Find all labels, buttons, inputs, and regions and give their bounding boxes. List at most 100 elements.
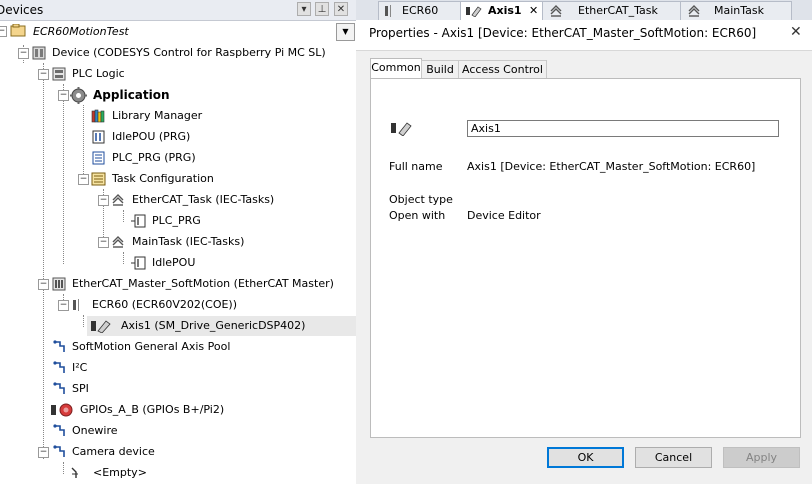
tree-node-label: GPIOs_A_B (GPIOs B+/Pi2) xyxy=(80,403,225,416)
tree-node-label: EtherCAT_Task (IEC-Tasks) xyxy=(132,193,275,206)
collapse-toggle[interactable]: − xyxy=(98,195,109,206)
properties-title-bar: Properties - Axis1 [Device: EtherCAT_Mas… xyxy=(356,20,812,51)
tree-node-label: Library Manager xyxy=(112,109,203,122)
tree-line xyxy=(83,315,84,327)
tree-node-empty[interactable]: <Empty> xyxy=(0,463,356,483)
collapse-toggle[interactable]: − xyxy=(98,237,109,248)
program-call-icon xyxy=(131,256,146,270)
object-type-label: Object type xyxy=(389,193,453,206)
tab-maintask[interactable]: MainTask xyxy=(680,1,792,20)
tree-node-spi[interactable]: SPI xyxy=(0,379,356,399)
axis-icon xyxy=(91,320,111,333)
chevron-down-icon[interactable]: ▼ xyxy=(336,23,355,41)
empty-slot-icon xyxy=(71,467,78,478)
collapse-toggle[interactable]: − xyxy=(58,300,69,311)
tab-ethercat-task[interactable]: EtherCAT_Task xyxy=(542,1,682,20)
tree-node-label: PLC_PRG xyxy=(152,214,201,227)
tree-node-ethercat-task[interactable]: − EtherCAT_Task (IEC-Tasks) xyxy=(0,190,356,210)
close-icon[interactable]: ✕ xyxy=(334,2,348,16)
collapse-toggle[interactable]: − xyxy=(0,26,7,37)
apply-button: Apply xyxy=(723,447,800,468)
gpio-icon xyxy=(51,403,73,417)
tree-node-plc-prg[interactable]: PLC_PRG (PRG) xyxy=(0,148,356,168)
books-icon xyxy=(91,109,105,123)
object-name-input[interactable] xyxy=(467,120,779,137)
tree-node-ethercat-master[interactable]: − EtherCAT_Master_SoftMotion (EtherCAT M… xyxy=(0,274,356,294)
tree-node-library-manager[interactable]: Library Manager xyxy=(0,106,356,126)
tree-node-label: PLC_PRG (PRG) xyxy=(112,151,196,164)
tree-node-label: Onewire xyxy=(72,424,118,437)
tree-node-label: PLC Logic xyxy=(72,67,125,80)
connector-icon xyxy=(53,382,65,394)
tree-node-maintask[interactable]: − MainTask (IEC-Tasks) xyxy=(0,232,356,252)
collapse-toggle[interactable]: − xyxy=(38,447,49,458)
connector-icon xyxy=(53,361,65,373)
tree-node-i2c[interactable]: I²C xyxy=(0,358,356,378)
tree-node-label: Task Configuration xyxy=(112,172,214,185)
pou-icon xyxy=(92,130,105,144)
tree-node-onewire[interactable]: Onewire xyxy=(0,421,356,441)
tree-node-task-configuration[interactable]: − Task Configuration xyxy=(0,169,356,189)
device-icon xyxy=(32,46,46,60)
properties-dialog: Properties - Axis1 [Device: EtherCAT_Mas… xyxy=(356,20,812,484)
common-tab-panel: Full name Axis1 [Device: EtherCAT_Master… xyxy=(370,78,801,438)
project-icon xyxy=(10,24,26,37)
tree-node-maintask-idlepou[interactable]: IdlePOU xyxy=(0,253,356,273)
close-tab-icon[interactable]: ✕ xyxy=(529,2,538,20)
collapse-toggle[interactable]: − xyxy=(38,69,49,80)
tree-node-gpios[interactable]: GPIOs_A_B (GPIOs B+/Pi2) xyxy=(0,400,356,420)
devices-pane-title-bar: Devices ▾ ⊥ ✕ xyxy=(0,0,356,21)
tree-node-label: <Empty> xyxy=(93,466,147,479)
ok-button[interactable]: OK xyxy=(547,447,624,468)
close-icon[interactable]: ✕ xyxy=(790,24,802,40)
tab-label: ECR60 xyxy=(402,4,439,17)
connector-icon xyxy=(53,340,65,352)
tree-node-label: Axis1 (SM_Drive_GenericDSP402) xyxy=(121,319,306,332)
connector-icon xyxy=(53,424,65,436)
tree-node-plc-logic[interactable]: − PLC Logic xyxy=(0,64,356,84)
tree-node-label: EtherCAT_Master_SoftMotion (EtherCAT Mas… xyxy=(72,277,334,290)
pane-menu-icon[interactable]: ▾ xyxy=(297,2,311,16)
ethercat-master-icon xyxy=(52,277,66,291)
axis-icon xyxy=(391,122,412,136)
tree-node-idlepou[interactable]: IdlePOU (PRG) xyxy=(0,127,356,147)
task-icon xyxy=(112,236,124,248)
tab-axis1[interactable]: Axis1 ✕ xyxy=(460,1,544,20)
collapse-toggle[interactable]: − xyxy=(18,48,29,59)
document-icon xyxy=(92,151,105,165)
devices-pane-title: Devices xyxy=(0,3,44,17)
collapse-toggle[interactable]: − xyxy=(58,90,69,101)
tree-node-label: SPI xyxy=(72,382,89,395)
collapse-toggle[interactable]: − xyxy=(78,174,89,185)
collapse-toggle[interactable]: − xyxy=(38,279,49,290)
tab-ecr60[interactable]: ECR60 xyxy=(378,1,462,20)
tree-node-application[interactable]: − Application xyxy=(0,85,356,105)
tab-access-control[interactable]: Access Control xyxy=(458,60,547,79)
axis-icon xyxy=(466,6,482,17)
project-name: ECR60MotionTest xyxy=(33,25,129,38)
tree-node-label: Application xyxy=(93,88,170,102)
connector-icon xyxy=(53,445,65,457)
tree-node-camera-device[interactable]: − Camera device xyxy=(0,442,356,462)
tree-node-ecr60[interactable]: − ECR60 (ECR60V202(COE)) xyxy=(0,295,356,315)
task-icon xyxy=(550,5,562,17)
tree-node-axis1[interactable]: Axis1 (SM_Drive_GenericDSP402) xyxy=(87,316,356,336)
task-icon xyxy=(112,194,124,206)
tab-label: EtherCAT_Task xyxy=(578,4,658,17)
pin-icon[interactable]: ⊥ xyxy=(315,2,329,16)
properties-title: Properties - Axis1 [Device: EtherCAT_Mas… xyxy=(369,26,757,40)
tree-node-ethercat-task-plc-prg[interactable]: PLC_PRG xyxy=(0,211,356,231)
tree-node-label: SoftMotion General Axis Pool xyxy=(72,340,231,353)
tab-build[interactable]: Build xyxy=(421,60,459,79)
tree-node-device[interactable]: − Device (CODESYS Control for Raspberry … xyxy=(0,43,356,63)
tree-node-softmotion-pool[interactable]: SoftMotion General Axis Pool xyxy=(0,337,356,357)
tree-node-label: ECR60 (ECR60V202(COE)) xyxy=(92,298,238,311)
tree-node-label: IdlePOU xyxy=(152,256,196,269)
cancel-button[interactable]: Cancel xyxy=(635,447,712,468)
slave-icon xyxy=(73,299,79,311)
project-row[interactable]: − ECR60MotionTest ▼ xyxy=(0,21,356,41)
task-config-icon xyxy=(91,172,106,186)
full-name-value: Axis1 [Device: EtherCAT_Master_SoftMotio… xyxy=(467,160,756,173)
tab-label: Axis1 xyxy=(488,4,522,17)
tab-common[interactable]: Common xyxy=(370,58,422,80)
